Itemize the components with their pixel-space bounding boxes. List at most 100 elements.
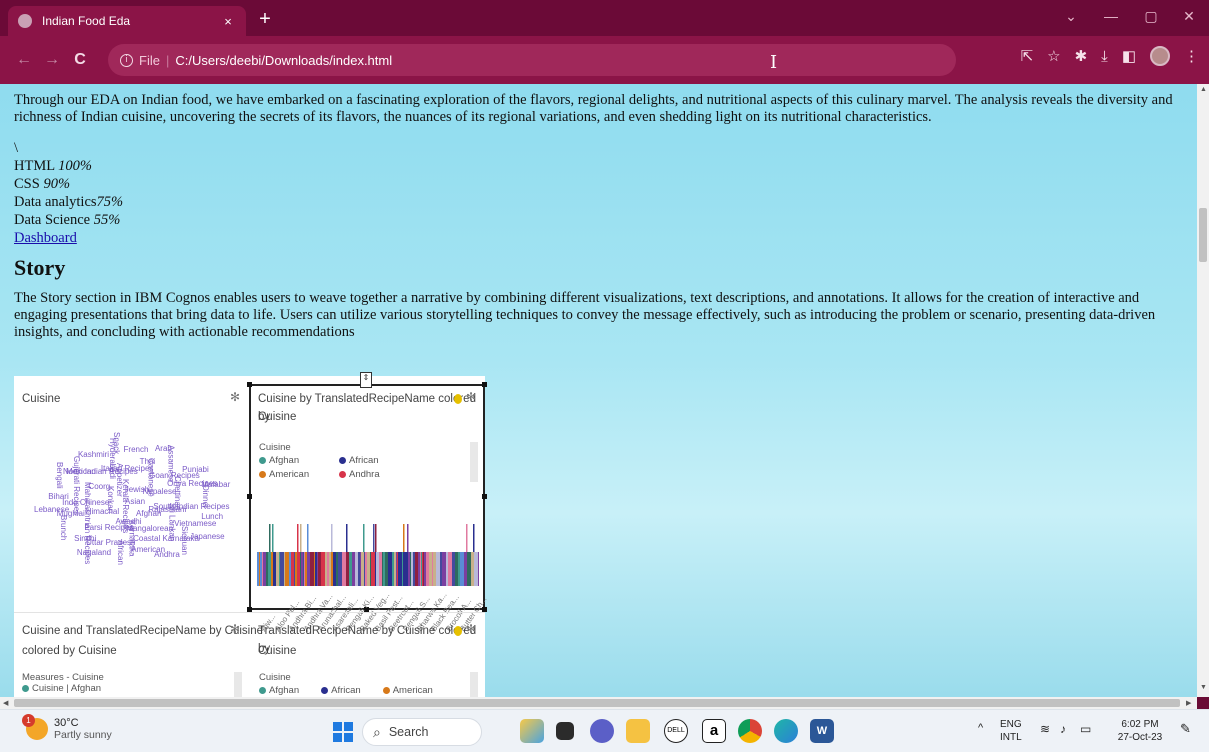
- bar-segment[interactable]: [397, 552, 398, 586]
- bar-segment[interactable]: [284, 552, 285, 586]
- bar-segment[interactable]: [410, 552, 411, 586]
- bar-segment[interactable]: [279, 552, 280, 586]
- scroll-left-icon[interactable]: ◀: [3, 699, 8, 707]
- bar-segment[interactable]: [259, 552, 260, 586]
- battery-icon[interactable]: ▭: [1080, 723, 1091, 736]
- bar-segment[interactable]: [314, 552, 315, 586]
- wordcloud-word[interactable]: Thai: [140, 457, 156, 466]
- bar-segment[interactable]: [422, 552, 423, 586]
- bar-segment[interactable]: [406, 552, 408, 586]
- legend-scrollbar[interactable]: [470, 442, 478, 482]
- new-tab-button[interactable]: +: [254, 9, 276, 29]
- bar-segment[interactable]: [478, 552, 479, 586]
- bar-segment[interactable]: [329, 552, 331, 586]
- bar-segment[interactable]: [289, 552, 291, 586]
- bar-segment[interactable]: [269, 524, 271, 552]
- bar-segment[interactable]: [446, 552, 448, 586]
- scroll-down-icon[interactable]: ▼: [1200, 684, 1207, 691]
- dashboard-link[interactable]: Dashboard: [14, 230, 77, 246]
- bar-segment[interactable]: [365, 552, 367, 586]
- bar-segment[interactable]: [448, 552, 452, 586]
- bar-segment[interactable]: [360, 552, 361, 586]
- legend-item[interactable]: Cuisine | Afghan: [22, 683, 104, 694]
- notification-center-icon[interactable]: ✎: [1180, 722, 1191, 735]
- bar-segment[interactable]: [375, 524, 377, 552]
- wordcloud-word[interactable]: Kashmiri: [78, 450, 109, 459]
- bar-segment[interactable]: [473, 524, 475, 552]
- bar-segment[interactable]: [436, 552, 440, 586]
- wifi-icon[interactable]: ≋: [1040, 723, 1050, 736]
- bar-segment[interactable]: [349, 552, 352, 586]
- wordcloud-word[interactable]: Lebanese: [34, 505, 69, 514]
- bar-segment[interactable]: [426, 552, 429, 586]
- bar-segment[interactable]: [370, 552, 371, 586]
- bar-segment[interactable]: [295, 552, 297, 586]
- resize-handle[interactable]: [247, 494, 252, 499]
- bar-segment[interactable]: [466, 524, 468, 552]
- reload-icon[interactable]: C: [66, 51, 94, 69]
- bar-segment[interactable]: [376, 552, 379, 586]
- show-hidden-icons[interactable]: ^: [978, 722, 983, 735]
- bar-segment[interactable]: [358, 552, 360, 586]
- menu-icon[interactable]: ⋮: [1184, 47, 1199, 65]
- legend-item[interactable]: Andhra: [339, 469, 419, 480]
- bar-segment[interactable]: [394, 552, 396, 586]
- bar-segment[interactable]: [413, 552, 415, 586]
- bar-segment[interactable]: [266, 552, 268, 586]
- windows-start-icon[interactable]: [333, 722, 353, 742]
- address-bar[interactable]: i File | C:/Users/deebi/Downloads/index.…: [108, 44, 956, 76]
- wordcloud-word[interactable]: Malabar: [201, 480, 230, 489]
- scroll-right-icon[interactable]: ▶: [1186, 699, 1191, 707]
- bar-segment[interactable]: [346, 552, 349, 586]
- gear-icon[interactable]: ✻: [230, 622, 240, 636]
- bar-segment[interactable]: [271, 552, 273, 586]
- bar-segment[interactable]: [317, 552, 318, 586]
- bar-segment[interactable]: [272, 524, 274, 552]
- bar-segment[interactable]: [285, 552, 289, 586]
- bar-segment[interactable]: [432, 552, 433, 586]
- bar-segment[interactable]: [342, 552, 346, 586]
- bookmark-star-icon[interactable]: ☆: [1047, 47, 1060, 65]
- wordcloud-word[interactable]: Arab: [155, 444, 172, 453]
- wordcloud-word[interactable]: Andhra: [154, 550, 180, 559]
- bar-segment[interactable]: [424, 552, 426, 586]
- clock[interactable]: 6:02 PM 27-Oct-23: [1110, 718, 1170, 744]
- bar-segment[interactable]: [440, 552, 442, 586]
- bar-segment[interactable]: [420, 552, 421, 586]
- file-explorer-icon[interactable]: [626, 719, 650, 743]
- bar-segment[interactable]: [300, 524, 302, 552]
- bar-segment[interactable]: [392, 552, 394, 586]
- bar-segment[interactable]: [460, 552, 464, 586]
- extensions-icon[interactable]: ✱: [1075, 47, 1088, 65]
- bar-segment[interactable]: [354, 552, 355, 586]
- tab-close-icon[interactable]: ×: [220, 14, 236, 29]
- bar-segment[interactable]: [407, 524, 409, 552]
- bar-segment[interactable]: [452, 552, 455, 586]
- wordcloud-word[interactable]: Bengali: [55, 462, 64, 489]
- bar-segment[interactable]: [442, 552, 446, 586]
- bar-segment[interactable]: [280, 552, 284, 586]
- browser-tab[interactable]: Indian Food Eda ×: [8, 6, 246, 36]
- bar-segment[interactable]: [305, 552, 307, 586]
- bar-segment[interactable]: [383, 552, 384, 586]
- bar-segment[interactable]: [331, 552, 333, 586]
- bar-segment[interactable]: [467, 552, 471, 586]
- wordcloud-word[interactable]: Brunch: [59, 515, 68, 540]
- wordcloud-word[interactable]: Japanese: [190, 532, 225, 541]
- bar-segment[interactable]: [262, 552, 263, 586]
- wordcloud-word[interactable]: Snack: [112, 432, 121, 454]
- bar-segment[interactable]: [388, 552, 392, 586]
- download-icon[interactable]: ⤓: [1101, 48, 1108, 65]
- back-icon[interactable]: ←: [10, 51, 38, 69]
- weather-widget[interactable]: 1 30°C Partly sunny: [22, 714, 112, 741]
- bar-segment[interactable]: [263, 552, 266, 586]
- resize-handle[interactable]: [482, 382, 487, 387]
- scroll-up-icon[interactable]: ▲: [1200, 86, 1207, 93]
- bar-segment[interactable]: [297, 524, 299, 552]
- wordcloud-word[interactable]: South Indian Recipes: [153, 502, 229, 511]
- bar-segment[interactable]: [382, 552, 383, 586]
- bar-segment[interactable]: [464, 552, 467, 586]
- bar-segment[interactable]: [421, 552, 422, 586]
- bar-segment[interactable]: [415, 552, 418, 586]
- legend-item[interactable]: Afghan: [259, 685, 299, 696]
